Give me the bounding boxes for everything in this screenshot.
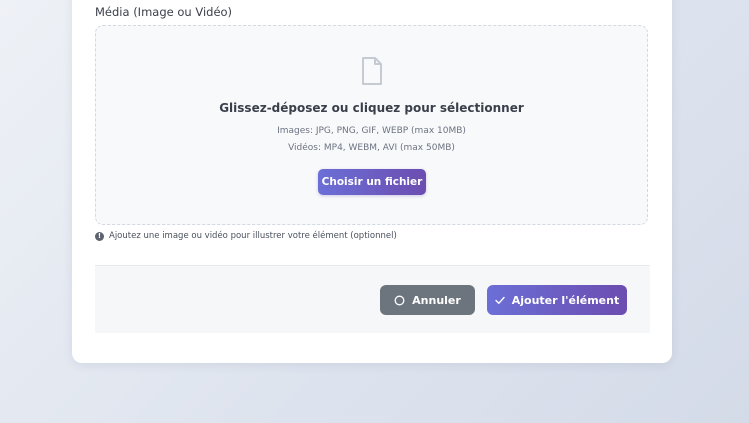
cancel-button[interactable]: Annuler (380, 285, 475, 315)
circle-icon (394, 295, 405, 306)
choose-file-button[interactable]: Choisir un fichier (318, 169, 426, 195)
add-label: Ajouter l'élément (511, 293, 620, 307)
add-element-button[interactable]: Ajouter l'élément (487, 285, 627, 315)
check-icon (495, 296, 505, 305)
file-icon (362, 57, 382, 85)
info-icon: ! (95, 231, 104, 241)
cancel-label: Annuler (412, 293, 461, 307)
media-dropzone[interactable] (95, 25, 648, 225)
dropzone-videos-formats: Vidéos: MP4, WEBM, AVI (max 50MB) (288, 143, 455, 153)
help-text: Ajoutez une image ou vidéo pour illustre… (109, 231, 397, 241)
dropzone-images-formats: Images: JPG, PNG, GIF, WEBP (max 10MB) (277, 126, 466, 136)
dropzone-title: Glissez-déposez ou cliquez pour sélectio… (219, 101, 524, 115)
media-help-text: ! Ajoutez une image ou vidéo pour illust… (95, 231, 397, 241)
media-field-label: Média (Image ou Vidéo) (95, 5, 233, 19)
